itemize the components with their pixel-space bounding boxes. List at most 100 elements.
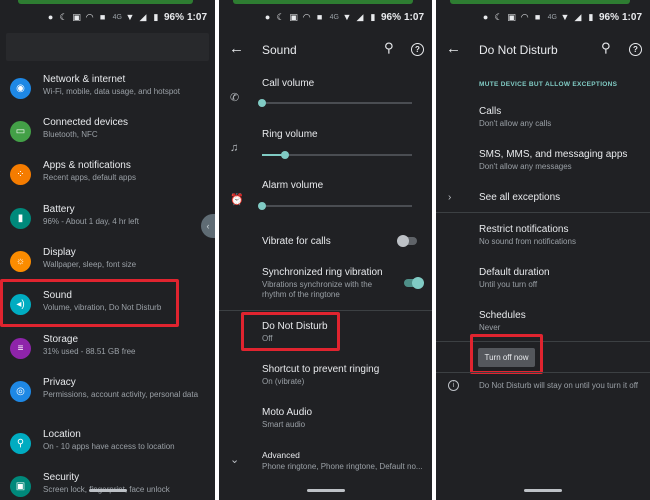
see-all-exceptions-link[interactable]: See all exceptions (479, 192, 560, 203)
settings-item-title: Apps & notifications (43, 160, 131, 171)
notif-bell-icon: ■ (316, 12, 323, 22)
moon-icon: ☾ (59, 12, 68, 22)
home-gesture-bar[interactable] (88, 489, 127, 492)
notif-bell-icon: ■ (534, 12, 541, 22)
sync-vibration-label: Synchronized ring vibration (262, 267, 383, 278)
alarm-volume-label: Alarm volume (262, 180, 324, 191)
notification-strip (450, 0, 630, 4)
display-icon: ☼ (10, 251, 31, 272)
search-icon[interactable]: ⚲ (601, 40, 611, 56)
cast-icon: ▣ (72, 12, 81, 22)
settings-item-title: Security (43, 472, 80, 483)
settings-search-bar[interactable] (6, 33, 209, 61)
toggle-knob (397, 235, 409, 247)
headset-icon: ◠ (520, 12, 529, 22)
settings-item-location[interactable]: ⚲ Location On - 10 apps have access to loc… (0, 429, 215, 469)
moon-icon: ☾ (276, 12, 285, 22)
network-label: 4G (112, 13, 122, 21)
clock: 1:07 (621, 11, 642, 23)
slider-thumb[interactable] (258, 99, 266, 107)
calls-subtitle: Don't allow any calls (479, 119, 552, 128)
shortcut-label[interactable]: Shortcut to prevent ringing (262, 364, 379, 375)
divider (436, 212, 650, 213)
slider-thumb[interactable] (280, 151, 289, 159)
chevron-down-icon[interactable]: ⌄ (230, 453, 239, 466)
alarm-clock-icon: ⏰ (230, 194, 244, 206)
vibrate-for-calls-toggle[interactable] (397, 235, 417, 247)
moon-icon: ☾ (494, 12, 503, 22)
advanced-label[interactable]: Advanced (262, 450, 300, 460)
default-duration-label[interactable]: Default duration (479, 267, 550, 278)
ring-volume-slider[interactable] (262, 151, 412, 159)
schedules-label[interactable]: Schedules (479, 310, 526, 321)
settings-item-subtitle: 31% used - 88.51 GB free (43, 347, 136, 356)
signal-icon: ◢ (574, 12, 582, 22)
clock: 1:07 (403, 11, 424, 23)
settings-item-subtitle: Wi-Fi, mobile, data usage, and hotspot (43, 87, 180, 96)
calls-label[interactable]: Calls (479, 106, 501, 117)
call-volume-label: Call volume (262, 78, 315, 89)
settings-item-subtitle: 96% - About 1 day, 4 hr left (43, 217, 139, 226)
search-icon[interactable]: ⚲ (384, 40, 394, 56)
battery-percent: 96% (163, 11, 184, 23)
settings-item-storage[interactable]: ≡ Storage 31% used - 88.51 GB free (0, 334, 215, 374)
battery-status-icon: ▮ (370, 12, 376, 22)
ring-volume-label: Ring volume (262, 129, 318, 140)
settings-item-title: Storage (43, 334, 79, 345)
call-volume-slider[interactable] (258, 99, 412, 107)
back-arrow-icon[interactable]: ← (446, 40, 461, 57)
network-label: 4G (329, 13, 339, 21)
headset-icon: ◠ (302, 12, 311, 22)
settings-item-subtitle: Permissions, account activity, personal … (43, 390, 199, 399)
wifi-status-icon: ▼ (125, 12, 135, 22)
settings-item-apps-notifications[interactable]: ⁘ Apps & notifications Recent apps, defaul… (0, 160, 215, 200)
dnd-info-text: Do Not Disturb will stay on until you tu… (479, 381, 639, 390)
wifi-icon: ◉ (10, 78, 31, 99)
home-gesture-bar[interactable] (524, 489, 562, 492)
notification-strip (233, 0, 413, 4)
settings-item-security[interactable]: ▣SecurityScreen lock, fingerprint, face … (0, 472, 215, 500)
restrict-notifications-label[interactable]: Restrict notifications (479, 224, 568, 235)
settings-item-connected-devices[interactable]: ▭ Connected devices Bluetooth, NFC (0, 117, 215, 157)
settings-item-privacy[interactable]: ◎ Privacy Permissions, account activity, p… (0, 377, 215, 417)
restrict-notifications-subtitle: No sound from notifications (479, 237, 576, 246)
status-bar: ● ☾ ▣ ◠ ■ 4G ▼ ◢ ▮ 96% 1:07 (481, 10, 642, 24)
messages-label[interactable]: SMS, MMS, and messaging apps (479, 149, 627, 160)
settings-item-title: Battery (43, 204, 75, 215)
chevron-right-icon[interactable]: › (448, 192, 451, 203)
battery-status-icon: ▮ (153, 12, 159, 22)
info-icon: i (448, 380, 459, 391)
moto-audio-label[interactable]: Moto Audio (262, 407, 312, 418)
battery-percent: 96% (380, 11, 401, 23)
notification-dot-icon: ● (482, 12, 489, 22)
back-arrow-icon[interactable]: ← (229, 40, 244, 57)
settings-item-title: Connected devices (43, 117, 129, 128)
network-label: 4G (547, 13, 557, 21)
privacy-eye-icon: ◎ (10, 381, 31, 402)
wifi-status-icon: ▼ (560, 12, 570, 22)
settings-item-title: Display (43, 247, 76, 258)
settings-item-battery[interactable]: ▮ Battery 96% - About 1 day, 4 hr left (0, 204, 215, 244)
cast-icon: ▣ (507, 12, 516, 22)
advanced-subtitle: Phone ringtone, Phone ringtone, Default … (262, 462, 423, 471)
cast-icon: ▣ (289, 12, 298, 22)
home-gesture-bar[interactable] (306, 489, 345, 492)
slider-thumb[interactable] (258, 202, 266, 210)
signal-icon: ◢ (356, 12, 364, 22)
lock-icon: ▣ (10, 476, 31, 497)
alarm-volume-slider[interactable] (258, 202, 412, 210)
settings-item-network-internet[interactable]: ◉ Network & internet Wi-Fi, mobile, data u… (0, 74, 215, 114)
highlight-box-dnd (241, 312, 340, 351)
phone-icon: ✆ (230, 92, 240, 104)
sync-vibration-toggle[interactable] (404, 277, 424, 289)
section-header: MUTE DEVICE BUT ALLOW EXCEPTIONS (479, 81, 618, 88)
default-duration-subtitle: Until you turn off (479, 280, 538, 289)
status-bar: ● ☾ ▣ ◠ ■ 4G ▼ ◢ ▮ 96% 1:07 (263, 10, 424, 24)
help-icon[interactable]: ? (629, 43, 642, 56)
schedules-subtitle: Never (479, 323, 501, 332)
divider (219, 310, 432, 311)
toggle-knob (412, 277, 424, 289)
help-icon[interactable]: ? (411, 43, 424, 56)
settings-item-subtitle: Bluetooth, NFC (43, 130, 98, 139)
sync-vibration-subtitle: Vibrations synchronize with the rhythm o… (262, 280, 373, 299)
